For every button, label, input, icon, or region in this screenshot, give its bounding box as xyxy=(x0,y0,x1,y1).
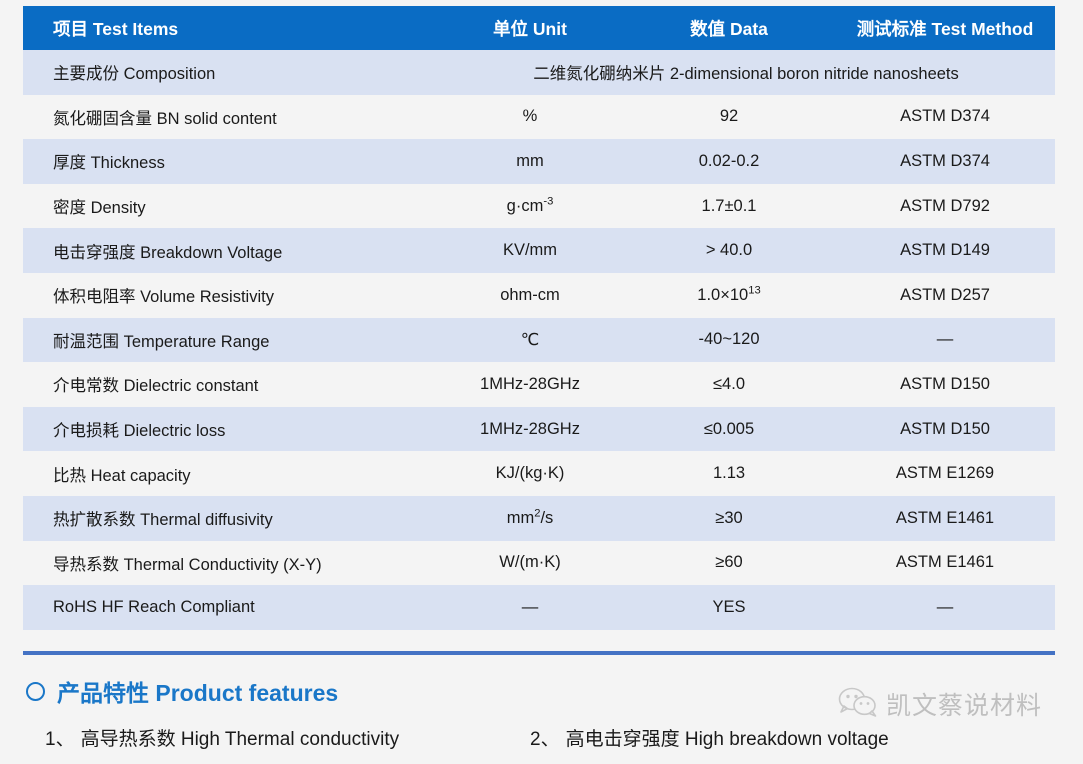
feature-number: 1、 xyxy=(45,729,75,750)
cell-data: YES xyxy=(712,597,746,616)
table-row: 介电损耗 Dielectric loss 1MHz-28GHz ≤0.005 ASTM… xyxy=(23,406,1055,452)
table-header-row: 项目 Test Items 单位 Unit 数值 Data 测试标准 Test … xyxy=(23,6,1055,50)
feature-item: 1、 高导热系数 High Thermal conductivity xyxy=(45,724,399,751)
cell-unit: g·cm-3 xyxy=(506,195,554,215)
cell-test-item: 热扩散系数 Thermal diffusivity xyxy=(53,511,273,530)
cell-test-item: 比热 Heat capacity xyxy=(53,466,191,485)
product-features-list: 1、 高导热系数 High Thermal conductivity 2、 高电击穿强… xyxy=(0,724,1083,764)
column-header-unit: 单位 Unit xyxy=(493,18,567,39)
table-row: 厚度 Thickness mm 0.02-0.2 ASTM D374 xyxy=(23,139,1055,184)
cell-test-item: 体积电阻率 Volume Resistivity xyxy=(53,288,274,307)
cell-test-method: ASTM E1461 xyxy=(895,553,995,572)
cell-test-item: 耐温范围 Temperature Range xyxy=(53,332,270,351)
cell-test-item: 氮化硼固含量 BN solid content xyxy=(53,109,277,128)
cell-data: 1.13 xyxy=(712,464,746,483)
cell-unit: KJ/(kg·K) xyxy=(495,464,565,483)
watermark-label: 凯文蔡说材料 xyxy=(886,693,1043,720)
column-header-data: 数值 Data xyxy=(690,18,768,39)
cell-unit: KV/mm xyxy=(502,241,558,260)
cell-unit: mm xyxy=(516,151,544,170)
cell-test-item: 主要成份 Composition xyxy=(53,65,216,84)
feature-number: 2、 xyxy=(530,729,560,750)
feature-label: 高电击穿强度 High breakdown voltage xyxy=(565,729,889,750)
table-row: 热扩散系数 Thermal diffusivity mm2/s ≥30 ASTM E1… xyxy=(23,495,1055,541)
table-row: 体积电阻率 Volume Resistivity ohm-cm 1.0×1013 AS… xyxy=(0,272,1083,318)
table-bottom-rule xyxy=(23,651,1055,655)
table-row: 比热 Heat capacity KJ/(kg·K) 1.13 ASTM E1269 xyxy=(0,451,1083,496)
table-row: RoHS HF Reach Compliant — YES — xyxy=(23,585,1055,630)
cell-test-method: ASTM D150 xyxy=(900,419,990,438)
spec-table: 项目 Test Items 单位 Unit 数值 Data 测试标准 Test … xyxy=(0,6,1083,630)
cell-data: 92 xyxy=(719,107,739,126)
table-body: 主要成份 Composition 二维氮化硼纳米片 2-dimensional b… xyxy=(0,50,1083,630)
cell-test-method: ASTM E1269 xyxy=(895,464,995,483)
cell-unit: % xyxy=(522,107,538,126)
cell-data: 0.02-0.2 xyxy=(698,151,760,170)
cell-test-method: — xyxy=(936,597,954,616)
cell-data: ≤4.0 xyxy=(713,374,745,393)
wechat-icon xyxy=(838,687,878,722)
cell-test-method: ASTM D792 xyxy=(900,196,990,215)
column-header-test-items: 项目 Test Items xyxy=(53,18,179,39)
table-row: 氮化硼固含量 BN solid content% 92 ASTM D374 xyxy=(0,94,1083,140)
cell-data: 1.7±0.1 xyxy=(701,196,757,215)
wechat-watermark: 凯文蔡说材料 xyxy=(838,686,1042,722)
product-features-heading-label: 产品特性 Product features xyxy=(57,680,339,706)
cell-test-item: 厚度 Thickness xyxy=(53,154,165,173)
cell-data: 1.0×1013 xyxy=(697,284,761,304)
cell-test-item: 密度 Density xyxy=(53,199,146,218)
cell-unit: ℃ xyxy=(520,330,540,349)
cell-test-method: ASTM D374 xyxy=(900,151,990,170)
table-row: 主要成份 Composition 二维氮化硼纳米片 2-dimensional b… xyxy=(23,50,1055,95)
cell-test-item: 介电常数 Dielectric constant xyxy=(53,377,259,396)
cell-test-method: ASTM D257 xyxy=(900,285,990,304)
cell-test-method: ASTM D150 xyxy=(900,374,990,393)
column-header-test-method: 测试标准 Test Method xyxy=(856,18,1034,39)
cell-unit: 1MHz-28GHz xyxy=(480,419,580,438)
cell-data: ≤0.005 xyxy=(703,419,755,438)
cell-unit: W/(m·K) xyxy=(499,553,561,572)
cell-test-method: ASTM D374 xyxy=(900,107,990,126)
cell-test-item: 电击穿强度 Breakdown Voltage xyxy=(53,243,283,262)
cell-test-method: ASTM E1461 xyxy=(895,508,995,527)
table-row: 电击穿强度 Breakdown Voltage KV/mm > 40.0 ASTM D… xyxy=(23,228,1055,273)
cell-test-item: 导热系数 Thermal Conductivity (X-Y) xyxy=(53,555,322,574)
table-row: 介电常数 Dielectric constant 1MHz-28GHz ≤4.0 AS… xyxy=(0,362,1083,407)
cell-data: -40~120 xyxy=(698,330,760,349)
table-row: 密度 Density g·cm-3 1.7±0.1 ASTM D792 xyxy=(0,183,1083,229)
table-row: 耐温范围 Temperature Range ℃ -40~120 — xyxy=(23,317,1055,363)
feature-item: 2、 高电击穿强度 High breakdown voltage xyxy=(530,724,889,751)
cell-test-item: RoHS HF Reach Compliant xyxy=(53,597,255,616)
table-row: 导热系数 Thermal Conductivity (X-Y) W/(m·K) ≥6… xyxy=(0,540,1083,586)
cell-data: ≥60 xyxy=(715,553,743,572)
cell-unit: mm2/s xyxy=(506,507,554,527)
circle-bullet-icon xyxy=(26,681,45,701)
cell-test-item: 介电损耗 Dielectric loss xyxy=(53,422,226,441)
cell-composition-value: 二维氮化硼纳米片 2-dimensional boron nitride nan… xyxy=(533,65,959,84)
feature-label: 高导热系数 High Thermal conductivity xyxy=(80,729,400,750)
cell-data: ≥30 xyxy=(715,508,743,527)
cell-test-method: — xyxy=(936,330,954,349)
cell-unit: ohm-cm xyxy=(500,285,560,304)
cell-unit: — xyxy=(521,597,539,616)
cell-test-method: ASTM D149 xyxy=(900,241,990,260)
cell-unit: 1MHz-28GHz xyxy=(480,374,580,393)
cell-data: > 40.0 xyxy=(705,241,753,260)
